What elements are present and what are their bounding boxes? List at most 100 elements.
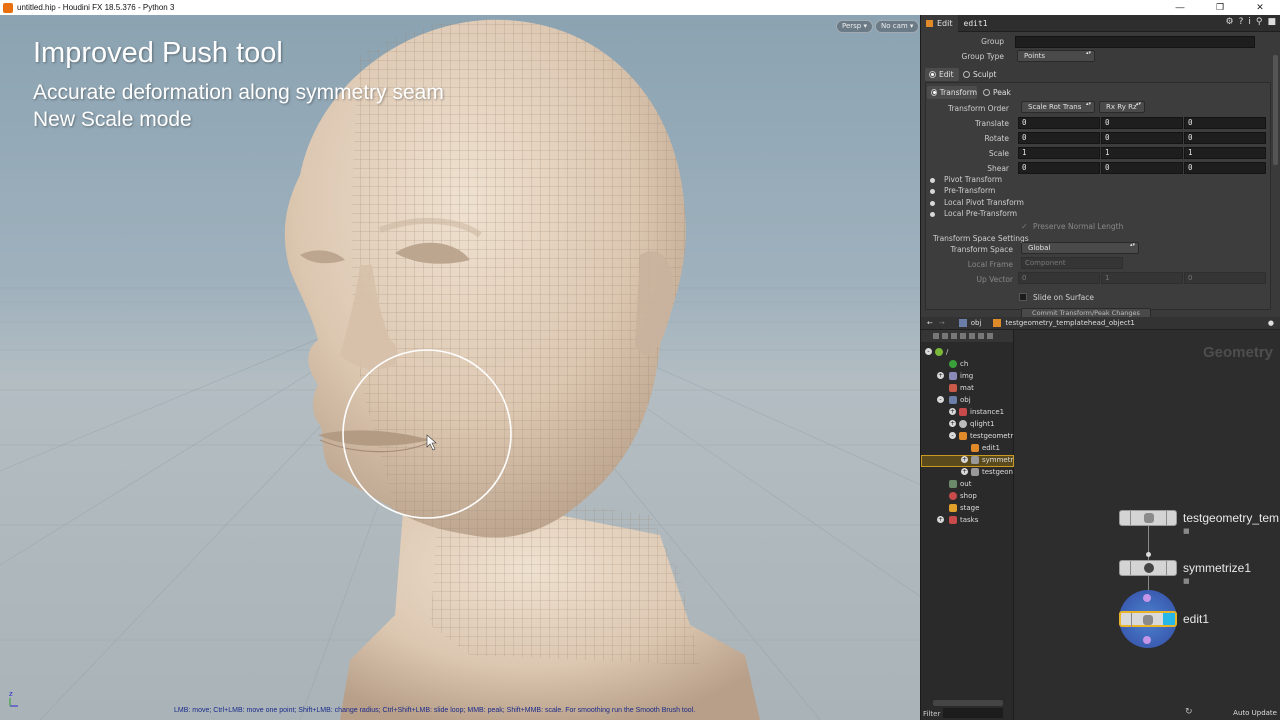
folder-local-pivot-transform[interactable]: Local Pivot Transform xyxy=(944,198,1024,207)
refresh-icon[interactable]: ↻ xyxy=(1185,707,1193,717)
gear-icon[interactable]: ⚙ xyxy=(1226,17,1234,27)
node-testgeometry[interactable] xyxy=(1119,510,1177,526)
transform-space-label: Transform Space xyxy=(950,245,1013,254)
scene-viewport[interactable]: Improved Push tool Accurate deformation … xyxy=(0,15,920,720)
expander-icon[interactable]: - xyxy=(925,348,932,355)
close-button[interactable]: ✕ xyxy=(1240,0,1280,15)
parameter-scrollbar[interactable] xyxy=(1273,55,1278,165)
persp-camera-button[interactable]: Persp ▾ xyxy=(836,20,873,33)
tree-item[interactable]: shop xyxy=(949,490,977,502)
transform-space-menu[interactable]: Global xyxy=(1021,242,1139,254)
expander-icon[interactable]: + xyxy=(961,456,968,463)
back-arrow-icon[interactable]: ← xyxy=(927,319,933,327)
tab-transform[interactable]: Transform xyxy=(927,86,977,99)
folder-local-pre-transform[interactable]: Local Pre-Transform xyxy=(944,209,1017,218)
scale-z-field[interactable]: 1 xyxy=(1184,147,1266,159)
overlay-line-1: Accurate deformation along symmetry seam xyxy=(33,81,444,104)
help-icon[interactable]: ? xyxy=(1239,17,1244,27)
up-vector-y-field[interactable]: 1 xyxy=(1101,272,1183,284)
overlay-line-2: New Scale mode xyxy=(33,108,192,131)
shear-x-field[interactable]: 0 xyxy=(1018,162,1100,174)
tab-transform-label: Transform xyxy=(939,88,977,97)
tree-item[interactable]: ch xyxy=(949,358,968,370)
tree-item[interactable]: symmetr xyxy=(971,454,1013,466)
tab-peak[interactable]: Peak xyxy=(979,86,1019,99)
transform-order-menu[interactable]: Scale Rot Trans xyxy=(1021,101,1095,113)
tree-item[interactable]: qlight1 xyxy=(959,418,994,430)
expander-icon[interactable]: + xyxy=(961,468,968,475)
tab-mode-edit[interactable]: Edit xyxy=(925,68,959,81)
translate-z-field[interactable]: 0 xyxy=(1184,117,1266,129)
scale-x-field[interactable]: 1 xyxy=(1018,147,1100,159)
expander-icon[interactable]: - xyxy=(949,432,956,439)
shear-y-field[interactable]: 0 xyxy=(1101,162,1183,174)
tree-item[interactable]: testgeon xyxy=(971,466,1013,478)
rotate-z-field[interactable]: 0 xyxy=(1184,132,1266,144)
expander-icon[interactable]: + xyxy=(949,408,956,415)
expander-icon[interactable]: + xyxy=(937,516,944,523)
tree-tool-icon[interactable] xyxy=(987,333,993,339)
local-frame-menu[interactable]: Component xyxy=(1021,257,1123,269)
tree-tool-icon[interactable] xyxy=(951,333,957,339)
folder-pivot-transform[interactable]: Pivot Transform xyxy=(944,175,1002,184)
node-graph[interactable]: Geometry testgeometry_tem ■ symmetrize1 … xyxy=(1015,330,1280,720)
expander-icon[interactable]: - xyxy=(937,396,944,403)
tree-tool-icon[interactable] xyxy=(942,333,948,339)
commit-changes-button[interactable]: Commit Transform/Peak Changes xyxy=(1021,308,1151,317)
up-vector-x-field[interactable]: 0 xyxy=(1018,272,1100,284)
rotate-order-menu[interactable]: Rx Ry Rz xyxy=(1099,101,1145,113)
tree-tool-icon[interactable] xyxy=(933,333,939,339)
maximize-button[interactable]: ❐ xyxy=(1200,0,1240,15)
group-field[interactable] xyxy=(1015,36,1255,48)
tree-tool-icon[interactable] xyxy=(978,333,984,339)
local-frame-label: Local Frame xyxy=(967,260,1013,269)
display-flag[interactable] xyxy=(1163,613,1175,625)
tree-item[interactable]: testgeometr xyxy=(959,430,1013,442)
no-cam-button[interactable]: No cam ▾ xyxy=(875,20,920,33)
tree-item[interactable]: / xyxy=(935,346,948,358)
scale-y-field[interactable]: 1 xyxy=(1101,147,1183,159)
path-node-button[interactable]: testgeometry_templatehead_object1 xyxy=(1005,319,1134,327)
search-icon[interactable]: ⚲ xyxy=(1256,17,1263,27)
node-edit[interactable] xyxy=(1119,611,1177,627)
symmetrize-icon xyxy=(1144,563,1154,573)
tree-item[interactable]: stage xyxy=(949,502,979,514)
translate-y-field[interactable]: 0 xyxy=(1101,117,1183,129)
tree-tool-icon[interactable] xyxy=(969,333,975,339)
tree-item[interactable]: img xyxy=(949,370,973,382)
rotate-y-field[interactable]: 0 xyxy=(1101,132,1183,144)
group-type-menu[interactable]: Points xyxy=(1017,50,1095,62)
filter-input[interactable] xyxy=(943,708,1003,718)
window-titlebar: untitled.hip - Houdini FX 18.5.376 - Pyt… xyxy=(0,0,1280,15)
info-icon[interactable]: i xyxy=(1248,17,1251,27)
expander-icon[interactable]: + xyxy=(949,420,956,427)
tree-scrollbar[interactable] xyxy=(933,700,1003,706)
tab-edit[interactable]: Edit xyxy=(921,15,958,32)
lock-icon[interactable]: ■ xyxy=(1267,17,1276,27)
minimize-button[interactable]: — xyxy=(1160,0,1200,15)
up-vector-z-field[interactable]: 0 xyxy=(1184,272,1266,284)
node-symmetrize[interactable] xyxy=(1119,560,1177,576)
folder-pre-transform[interactable]: Pre-Transform xyxy=(944,186,995,195)
tree-item[interactable]: instance1 xyxy=(959,406,1004,418)
expander-icon[interactable]: + xyxy=(937,372,944,379)
translate-x-field[interactable]: 0 xyxy=(1018,117,1100,129)
network-panel: ← → obj testgeometry_templatehead_object… xyxy=(920,317,1280,720)
light-icon xyxy=(959,420,967,428)
node-name-field[interactable]: edit1 xyxy=(964,19,988,28)
tree-item[interactable]: obj xyxy=(949,394,971,406)
tree-tool-icon[interactable] xyxy=(960,333,966,339)
forward-arrow-icon[interactable]: → xyxy=(939,319,945,327)
tree-item[interactable]: edit1 xyxy=(971,442,1000,454)
shear-z-field[interactable]: 0 xyxy=(1184,162,1266,174)
tree-item[interactable]: tasks xyxy=(949,514,978,526)
preserve-normal-length-toggle[interactable]: Preserve Normal Length xyxy=(1033,222,1123,231)
path-root-button[interactable]: obj xyxy=(971,319,982,327)
tree-item[interactable]: out xyxy=(949,478,971,490)
pin-icon[interactable]: ● xyxy=(1268,319,1274,327)
auto-update-menu[interactable]: Auto Update xyxy=(1233,709,1277,717)
rotate-x-field[interactable]: 0 xyxy=(1018,132,1100,144)
tab-mode-sculpt[interactable]: Sculpt xyxy=(959,68,1009,81)
tree-item[interactable]: mat xyxy=(949,382,974,394)
slide-on-surface-checkbox[interactable] xyxy=(1019,293,1027,301)
